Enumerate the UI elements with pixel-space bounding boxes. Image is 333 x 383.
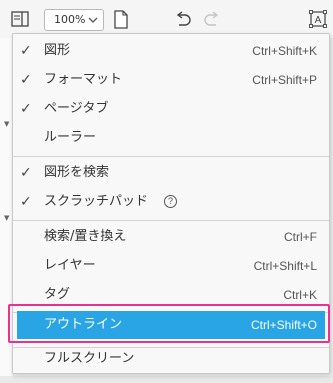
menu-item-shapes[interactable]: ✓ 図形 Ctrl+Shift+K xyxy=(13,37,329,65)
menu-item-page-tabs[interactable]: ✓ ページタブ xyxy=(13,95,329,123)
bottom-bar-edge xyxy=(0,376,333,383)
menu-item-fullscreen[interactable]: フルスクリーン xyxy=(13,345,329,373)
menu-item-label: 検索/置き換え xyxy=(44,229,127,244)
page-icon[interactable] xyxy=(113,10,129,33)
menu-separator xyxy=(13,220,329,221)
collapse-arrow-icon: ▼ xyxy=(4,214,10,222)
menu-item-label: ルーラー xyxy=(44,130,97,145)
menu-item-find-replace[interactable]: 検索/置き換え Ctrl+F xyxy=(13,223,329,251)
collapse-arrow-icon: ▼ xyxy=(4,120,10,128)
check-icon: ✓ xyxy=(20,101,32,117)
menu-item-shortcut: Ctrl+F xyxy=(284,230,317,244)
menu-item-shortcut: Ctrl+Shift+P xyxy=(252,73,317,87)
menu-item-format[interactable]: ✓ フォーマット Ctrl+Shift+P xyxy=(13,66,329,94)
check-icon: ✓ xyxy=(20,43,32,59)
menu-item-label: フォーマット xyxy=(44,72,123,87)
menu-item-shape-search[interactable]: ✓ 図形を検索 xyxy=(13,159,329,187)
menu-item-label: スクラッチパッド xyxy=(44,194,149,209)
app-stage: 100% A ▼ ▼ ✓ 図形 Ctrl+Shift+K ✓ フォーマット Ct… xyxy=(0,0,333,383)
menu-item-label: ページタブ xyxy=(44,101,109,116)
menu-item-label: レイヤー xyxy=(44,258,96,273)
help-icon[interactable]: ? xyxy=(164,195,177,208)
menu-item-scratchpad[interactable]: ✓ スクラッチパッド ? xyxy=(13,188,329,216)
menu-item-label: 図形 xyxy=(44,43,71,58)
check-icon: ✓ xyxy=(20,165,32,181)
text-format-glyph: A xyxy=(315,15,322,26)
menu-item-shortcut: Ctrl+Shift+K xyxy=(252,44,317,58)
check-icon: ✓ xyxy=(20,72,32,88)
highlight-frame xyxy=(8,304,330,343)
menu-item-label: フルスクリーン xyxy=(44,351,135,366)
check-icon: ✓ xyxy=(20,194,32,210)
zoom-select[interactable]: 100% xyxy=(44,9,104,31)
panel-toggle-icon[interactable] xyxy=(11,11,29,31)
undo-icon[interactable] xyxy=(174,11,192,31)
menu-item-label: 図形を検索 xyxy=(44,165,110,180)
text-format-icon[interactable]: A xyxy=(309,10,327,32)
menu-item-ruler[interactable]: ルーラー xyxy=(13,124,329,152)
redo-icon[interactable] xyxy=(203,11,221,31)
menu-item-shortcut: Ctrl+Shift+L xyxy=(253,259,317,273)
menu-item-layers[interactable]: レイヤー Ctrl+Shift+L xyxy=(13,252,329,280)
zoom-value: 100% xyxy=(54,13,86,26)
menu-separator xyxy=(13,156,329,157)
